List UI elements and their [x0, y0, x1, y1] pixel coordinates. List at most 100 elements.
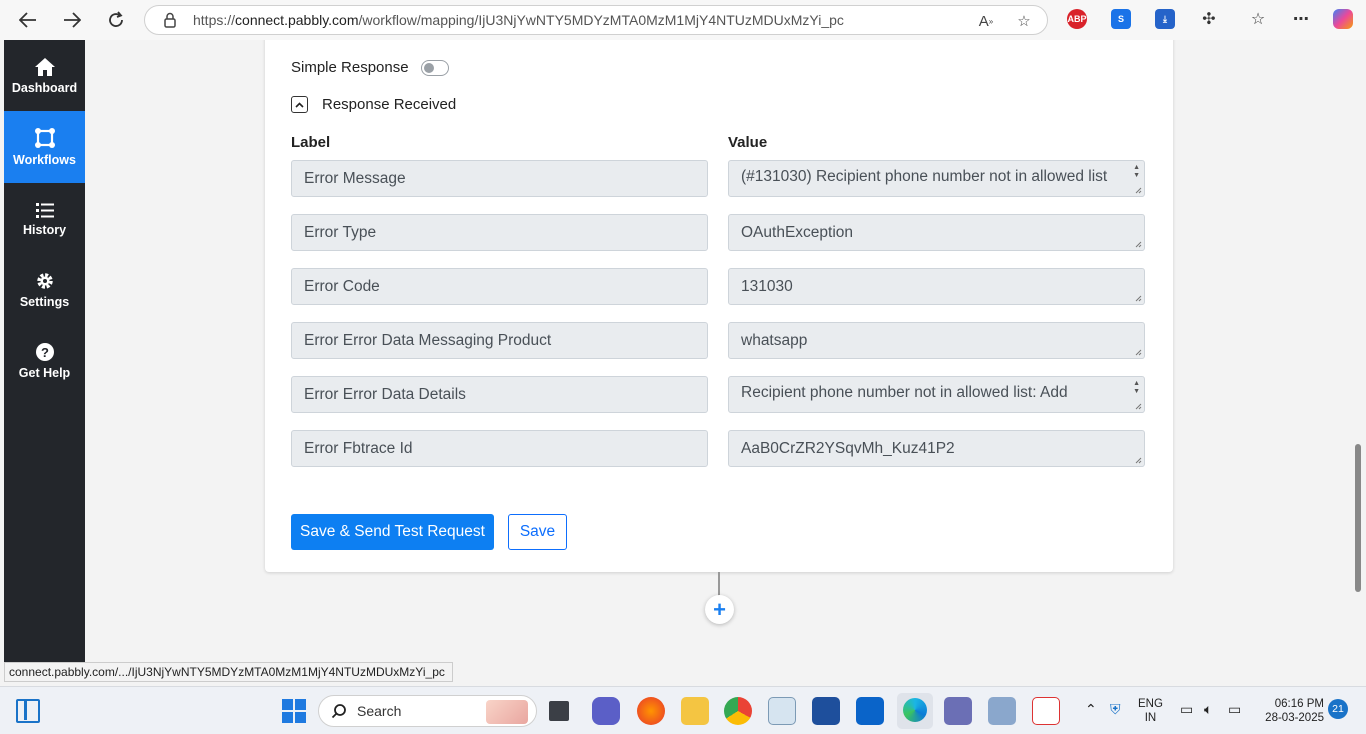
simple-response-toggle[interactable] — [420, 59, 449, 76]
chevron-up-icon[interactable]: ⌃ — [1085, 701, 1097, 718]
value-field[interactable]: whatsapp — [728, 322, 1145, 359]
label-field: Error Code — [291, 268, 708, 305]
refresh-icon[interactable] — [101, 5, 131, 35]
scrollbar-thumb[interactable] — [1355, 444, 1361, 592]
read-aloud-icon[interactable]: A» — [975, 10, 997, 32]
language-region: IN — [1144, 712, 1157, 724]
adblock-extension-icon[interactable]: ABP — [1067, 9, 1087, 29]
response-received-header[interactable]: Response Received — [291, 96, 456, 113]
value-text: whatsapp — [741, 331, 808, 349]
sidebar-item-label: Dashboard — [11, 81, 78, 95]
simple-response-label: Simple Response — [291, 59, 409, 76]
photos-icon[interactable] — [768, 697, 796, 725]
sidebar-item-settings[interactable]: Settings — [4, 254, 85, 326]
sidebar-item-workflows[interactable]: Workflows — [4, 111, 85, 183]
simple-response-row: Simple Response — [291, 59, 449, 76]
snipping-tool-icon[interactable] — [1032, 697, 1060, 725]
extensions-puzzle-icon[interactable]: ✣ — [1199, 9, 1219, 29]
resize-handle-icon[interactable] — [1134, 402, 1142, 410]
clock-date: 28-03-2025 — [1265, 712, 1324, 724]
chrome-icon[interactable] — [724, 697, 752, 725]
scroll-arrows-icon[interactable]: ▲ ▼ — [1133, 380, 1140, 396]
clock[interactable]: 06:16 PM 28-03-2025 — [1258, 697, 1324, 725]
chevron-up-icon[interactable] — [291, 96, 308, 113]
shield-icon[interactable]: ⛨ — [1110, 701, 1121, 718]
page-scrollbar[interactable] — [1351, 40, 1366, 682]
back-arrow-icon[interactable] — [13, 5, 43, 35]
more-options-icon[interactable]: ⋯ — [1291, 9, 1311, 29]
list-icon — [35, 203, 54, 218]
network-icon[interactable]: ▭ — [1180, 701, 1193, 718]
language-indicator[interactable]: ENG IN — [1138, 697, 1163, 725]
value-text: Recipient phone number not in allowed li… — [741, 384, 1068, 401]
add-step-plus-icon[interactable]: + — [705, 595, 734, 624]
value-text: OAuthException — [741, 223, 854, 241]
clock-time: 06:16 PM — [1274, 698, 1324, 710]
workflow-icon — [34, 128, 55, 148]
volume-icon[interactable]: 🔈︎ — [1204, 701, 1212, 718]
save-and-send-test-request-button[interactable]: Save & Send Test Request — [291, 514, 494, 550]
url-text: https://connect.pabbly.com/workflow/mapp… — [193, 12, 844, 28]
value-field[interactable]: AaB0CrZR2YSqvMh_Kuz41P2 — [728, 430, 1145, 467]
label-field: Error Message — [291, 160, 708, 197]
remote-desktop-icon[interactable] — [988, 697, 1016, 725]
outlook-icon[interactable] — [856, 697, 884, 725]
sidebar-item-get-help[interactable]: ? Get Help — [4, 325, 85, 397]
edge-active-icon[interactable] — [897, 693, 933, 729]
label-field: Error Error Data Messaging Product — [291, 322, 708, 359]
resize-handle-icon[interactable] — [1134, 186, 1142, 194]
windows-start-icon[interactable] — [281, 698, 307, 724]
favorite-star-icon[interactable]: ☆ — [1013, 10, 1035, 32]
s-extension-icon[interactable]: S — [1111, 9, 1131, 29]
favorites-icon[interactable]: ☆ — [1248, 9, 1268, 29]
forward-arrow-icon[interactable] — [57, 5, 87, 35]
sidebar-item-label: Workflows — [13, 153, 76, 167]
app-sidebar: Dashboard Workflows History Settings ? G… — [4, 40, 85, 662]
app-icon[interactable] — [944, 697, 972, 725]
status-bar-link: connect.pabbly.com/.../IjU3NjYwNTY5MDYzM… — [4, 662, 453, 682]
search-placeholder: Search — [357, 703, 402, 719]
task-view-icon[interactable] — [16, 699, 40, 723]
gear-icon — [36, 273, 53, 289]
resize-handle-icon[interactable] — [1134, 456, 1142, 464]
value-text: 131030 — [741, 277, 793, 295]
main-content: Simple Response Response Received Label … — [85, 40, 1351, 662]
notification-badge[interactable]: 21 — [1328, 699, 1348, 719]
value-text: AaB0CrZR2YSqvMh_Kuz41P2 — [741, 439, 955, 457]
microsoft-store-icon[interactable] — [812, 697, 840, 725]
label-field: Error Type — [291, 214, 708, 251]
value-field[interactable]: Recipient phone number not in allowed li… — [728, 376, 1145, 413]
svg-text:?: ? — [41, 345, 49, 360]
resize-handle-icon[interactable] — [1134, 240, 1142, 248]
language-code: ENG — [1138, 698, 1163, 710]
firefox-icon[interactable] — [637, 697, 665, 725]
search-highlight-image — [486, 700, 528, 724]
help-icon: ? — [35, 343, 54, 361]
scroll-arrows-icon[interactable]: ▲ ▼ — [1133, 164, 1140, 180]
sidebar-item-history[interactable]: History — [4, 183, 85, 255]
value-field[interactable]: OAuthException — [728, 214, 1145, 251]
response-received-title: Response Received — [322, 96, 457, 113]
sidebar-item-dashboard[interactable]: Dashboard — [4, 40, 85, 112]
value-field[interactable]: (#131030) Recipient phone number not in … — [728, 160, 1145, 197]
home-icon — [34, 58, 55, 76]
save-button[interactable]: Save — [508, 514, 567, 550]
resize-handle-icon[interactable] — [1134, 348, 1142, 356]
battery-icon[interactable]: ▭ — [1228, 701, 1241, 718]
resize-handle-icon[interactable] — [1134, 294, 1142, 302]
app-icon[interactable] — [549, 701, 569, 721]
search-icon — [331, 704, 346, 719]
label-field: Error Fbtrace Id — [291, 430, 708, 467]
label-field: Error Error Data Details — [291, 376, 708, 413]
teams-chat-icon[interactable] — [592, 697, 620, 725]
address-bar[interactable]: https://connect.pabbly.com/workflow/mapp… — [144, 5, 1048, 35]
response-card: Simple Response Response Received Label … — [265, 40, 1173, 572]
browser-toolbar: https://connect.pabbly.com/workflow/mapp… — [0, 0, 1366, 40]
download-extension-icon[interactable]: ⤓ — [1155, 9, 1175, 29]
taskbar-search-input[interactable]: Search — [318, 695, 537, 727]
lock-icon — [164, 12, 176, 28]
value-column-header: Value — [728, 134, 768, 151]
file-explorer-icon[interactable] — [681, 697, 709, 725]
copilot-icon[interactable] — [1333, 9, 1353, 29]
value-field[interactable]: 131030 — [728, 268, 1145, 305]
